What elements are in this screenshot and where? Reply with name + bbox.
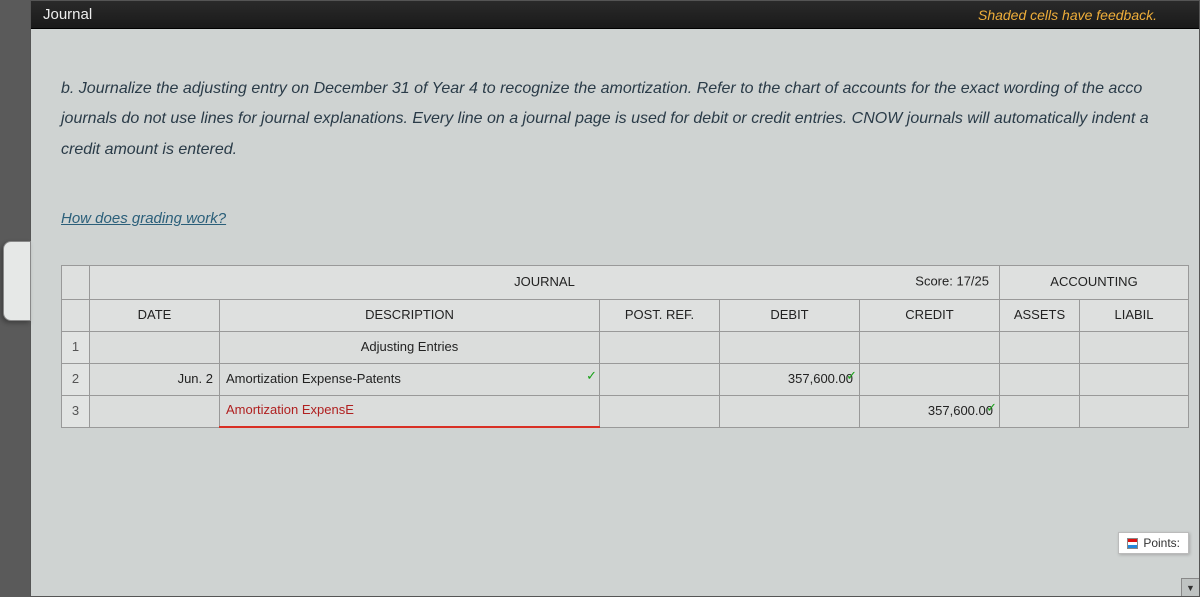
postref-cell[interactable] xyxy=(600,395,720,427)
col-postref: POST. REF. xyxy=(600,299,720,331)
col-description: DESCRIPTION xyxy=(220,299,600,331)
check-icon: ✓ xyxy=(986,396,997,421)
feedback-hint: Shaded cells have feedback. xyxy=(978,7,1157,23)
date-cell[interactable]: Jun. 2 xyxy=(90,363,220,395)
credit-cell[interactable] xyxy=(860,331,1000,363)
col-date: DATE xyxy=(90,299,220,331)
date-cell[interactable] xyxy=(90,395,220,427)
debit-cell[interactable] xyxy=(720,395,860,427)
description-cell[interactable]: Amortization Expense-Patents ✓ xyxy=(220,363,600,395)
description-cell[interactable]: Amortization ExpensE xyxy=(220,395,600,427)
journal-table: JOURNAL Score: 17/25 ACCOUNTING DATE DES… xyxy=(61,265,1189,429)
credit-cell[interactable]: 357,600.00 ✓ xyxy=(860,395,1000,427)
postref-cell[interactable] xyxy=(600,331,720,363)
grading-link[interactable]: How does grading work? xyxy=(61,205,226,234)
side-tab-handle[interactable] xyxy=(3,241,31,321)
title-bar: Journal Shaded cells have feedback. xyxy=(31,1,1199,29)
instructions-text: b. Journalize the adjusting entry on Dec… xyxy=(61,74,1189,165)
description-cell[interactable]: Adjusting Entries xyxy=(220,331,600,363)
postref-cell[interactable] xyxy=(600,363,720,395)
flag-icon xyxy=(1127,538,1138,549)
journal-title: JOURNAL xyxy=(514,274,575,289)
panel-title: Journal xyxy=(43,6,92,23)
score-label: Score: 17/25 xyxy=(915,270,989,295)
points-badge: Points: xyxy=(1118,532,1189,554)
debit-cell[interactable]: 357,600.00 ✓ xyxy=(720,363,860,395)
scroll-down-button[interactable]: ▼ xyxy=(1181,578,1199,596)
col-debit: DEBIT xyxy=(720,299,860,331)
main-panel: Journal Shaded cells have feedback. b. J… xyxy=(30,0,1200,597)
table-row: 1 Adjusting Entries xyxy=(62,331,1189,363)
date-cell[interactable] xyxy=(90,331,220,363)
accounting-equation-header: ACCOUNTING xyxy=(1000,265,1189,299)
table-row: 3 Amortization ExpensE 357,600.00 ✓ xyxy=(62,395,1189,427)
table-row: 2 Jun. 2 Amortization Expense-Patents ✓ … xyxy=(62,363,1189,395)
col-liabil: LIABIL xyxy=(1080,299,1189,331)
credit-cell[interactable] xyxy=(860,363,1000,395)
col-credit: CREDIT xyxy=(860,299,1000,331)
col-assets: ASSETS xyxy=(1000,299,1080,331)
debit-cell[interactable] xyxy=(720,331,860,363)
check-icon: ✓ xyxy=(846,364,857,389)
check-icon: ✓ xyxy=(586,364,597,389)
